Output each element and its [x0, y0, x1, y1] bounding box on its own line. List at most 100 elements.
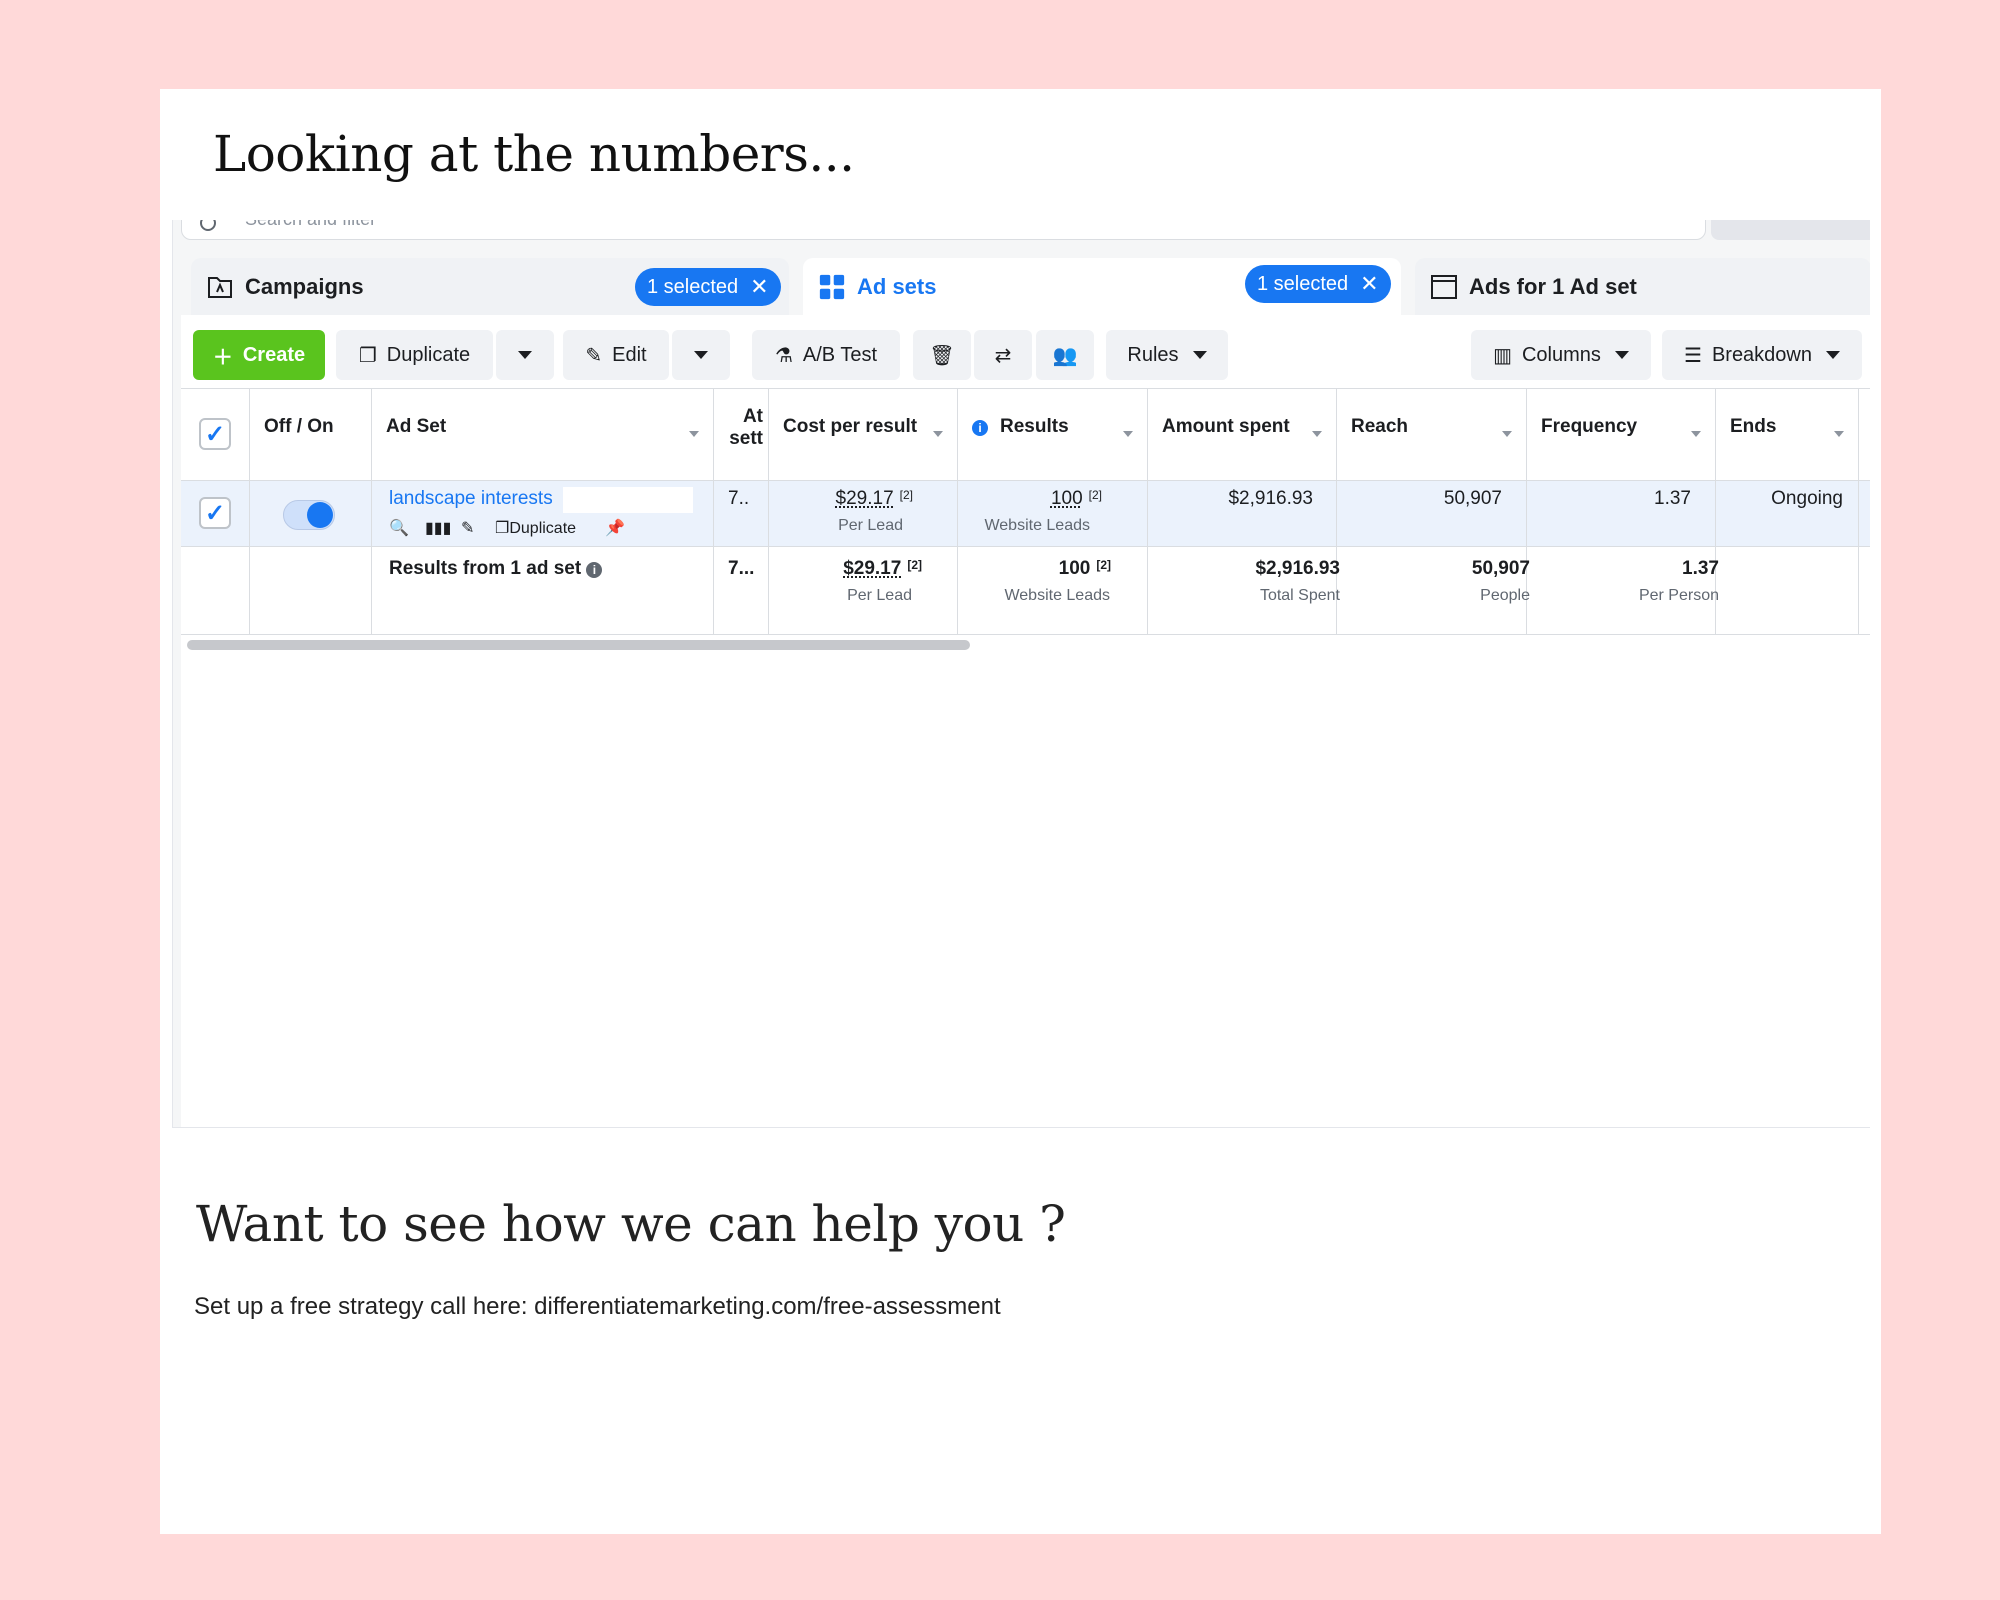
- chevron-down-icon: [1826, 351, 1840, 359]
- redacted-area: [563, 487, 693, 513]
- sort-icon[interactable]: [933, 431, 943, 437]
- results-amount: 100: [1050, 488, 1083, 509]
- cta-text[interactable]: Set up a free strategy call here: differ…: [194, 1293, 1001, 1321]
- chart-icon[interactable]: ▮▮▮: [425, 518, 451, 538]
- breakdown-button[interactable]: ☰ Breakdown: [1662, 330, 1862, 380]
- select-all-checkbox[interactable]: ✓: [199, 418, 231, 450]
- frequency-value: 1.37: [1654, 488, 1691, 509]
- reach-value: 50,907: [1443, 488, 1502, 509]
- selected-count: 1 selected: [1257, 272, 1349, 295]
- results-sub-label: Website Leads: [984, 517, 1090, 534]
- edit-button[interactable]: ✎ Edit: [563, 330, 669, 380]
- folder-icon: [207, 274, 233, 300]
- summary-cost-sub: Per Lead: [847, 587, 912, 604]
- ends-value: Ongoing: [1771, 488, 1843, 509]
- sort-icon[interactable]: [1312, 431, 1322, 437]
- header-control[interactable]: [1711, 220, 1870, 240]
- col-ad-set[interactable]: Ad Set: [386, 416, 446, 438]
- tab-ads[interactable]: Ads for 1 Ad set: [1415, 258, 1870, 316]
- people-icon: 👥: [1052, 344, 1078, 367]
- summary-text: Results from 1 ad set: [389, 558, 582, 579]
- chevron-down-icon: [1614, 351, 1629, 359]
- col-results[interactable]: Results: [1000, 416, 1069, 438]
- columns-button[interactable]: ▥ Columns: [1471, 330, 1651, 380]
- duplicate-dropdown[interactable]: [496, 330, 554, 380]
- inspect-icon[interactable]: 🔍: [389, 518, 409, 538]
- audience-button[interactable]: 👥: [1036, 330, 1094, 380]
- search-icon: [200, 220, 216, 231]
- pencil-icon: ✎: [585, 344, 603, 367]
- ad-set-name-link[interactable]: landscape interests: [389, 488, 553, 510]
- chevron-down-icon: [1192, 351, 1207, 359]
- summary-cost-amount: $29.17: [843, 558, 902, 579]
- duplicate-action[interactable]: ❐Duplicate: [495, 518, 576, 538]
- cost-amount: $29.17: [835, 488, 894, 509]
- flask-icon: ⚗: [774, 344, 793, 367]
- create-label: Create: [242, 343, 306, 366]
- col-off-on[interactable]: Off / On: [264, 416, 334, 438]
- summary-attribution: 7...: [728, 558, 755, 579]
- col-amount-spent[interactable]: Amount spent: [1162, 416, 1290, 438]
- create-button[interactable]: ＋ Create: [193, 330, 325, 380]
- ab-test-button[interactable]: ⚗ A/B Test: [752, 330, 900, 380]
- cta-heading: Want to see how we can help you ?: [196, 1195, 1066, 1253]
- breakdown-icon: ☰: [1684, 344, 1702, 367]
- pencil-icon[interactable]: ✎: [461, 518, 474, 538]
- attribution-value: 7..: [728, 488, 750, 509]
- row-checkbox[interactable]: ✓: [199, 497, 231, 529]
- chevron-down-icon: [694, 351, 708, 359]
- ad-set-toggle[interactable]: [283, 500, 335, 530]
- summary-amount: $2,916.93: [1255, 558, 1340, 579]
- summary-reach: 50,907: [1471, 558, 1530, 579]
- campaigns-selected-pill[interactable]: 1 selected ✕: [635, 268, 781, 306]
- duplicate-label: Duplicate: [509, 520, 577, 537]
- col-ends[interactable]: Ends: [1730, 416, 1776, 438]
- edit-dropdown[interactable]: [672, 330, 730, 380]
- info-icon[interactable]: i: [586, 562, 603, 578]
- divider: [181, 634, 1870, 635]
- trash-icon: 🗑: [929, 344, 955, 367]
- divider: [249, 388, 250, 634]
- duplicate-button[interactable]: ❐ Duplicate: [336, 330, 493, 380]
- sort-icon[interactable]: [1691, 431, 1701, 437]
- cost-per-result-value: $29.17 [2]: [783, 488, 913, 510]
- duplicate-icon: ❐: [495, 520, 510, 537]
- col-frequency[interactable]: Frequency: [1541, 416, 1637, 438]
- divider: [181, 388, 1870, 389]
- tab-label: Campaigns: [245, 274, 364, 299]
- sort-icon[interactable]: [1834, 431, 1844, 437]
- cost-sub-label: Per Lead: [838, 517, 903, 534]
- sort-icon[interactable]: [1502, 431, 1512, 437]
- summary-cost-footnote: [2]: [907, 558, 922, 572]
- amount-spent-value: $2,916.93: [1228, 488, 1313, 509]
- tab-label: Ad sets: [857, 274, 937, 299]
- chevron-down-icon: [518, 351, 532, 359]
- summary-results-footnote: [2]: [1096, 558, 1111, 572]
- plus-icon: ＋: [212, 346, 233, 369]
- rules-button[interactable]: Rules: [1106, 330, 1228, 380]
- col-reach[interactable]: Reach: [1351, 416, 1408, 438]
- search-bar[interactable]: Search and filter: [181, 220, 1706, 240]
- summary-results: 100 [2]: [973, 558, 1111, 580]
- divider: [713, 388, 714, 634]
- sort-icon[interactable]: [1123, 431, 1133, 437]
- close-icon[interactable]: ✕: [1360, 271, 1378, 297]
- divider: [181, 546, 1870, 547]
- pin-icon[interactable]: 📌: [605, 518, 625, 538]
- duplicate-icon: ❐: [358, 344, 377, 367]
- horizontal-scrollbar[interactable]: [187, 640, 970, 650]
- sort-icon[interactable]: [689, 431, 699, 437]
- rules-label: Rules: [1127, 343, 1179, 366]
- close-icon[interactable]: ✕: [750, 274, 768, 300]
- columns-label: Columns: [1521, 343, 1601, 366]
- export-button[interactable]: ⇄: [974, 330, 1032, 380]
- ab-test-label: A/B Test: [802, 343, 878, 366]
- divider: [1147, 388, 1148, 634]
- delete-button[interactable]: 🗑: [913, 330, 971, 380]
- summary-frequency: 1.37: [1682, 558, 1719, 579]
- ad-sets-selected-pill[interactable]: 1 selected ✕: [1245, 265, 1391, 303]
- col-attribution[interactable]: At sett: [723, 406, 763, 452]
- col-cost-per-result[interactable]: Cost per result: [783, 416, 917, 438]
- duplicate-label: Duplicate: [386, 343, 471, 366]
- divider: [768, 388, 769, 634]
